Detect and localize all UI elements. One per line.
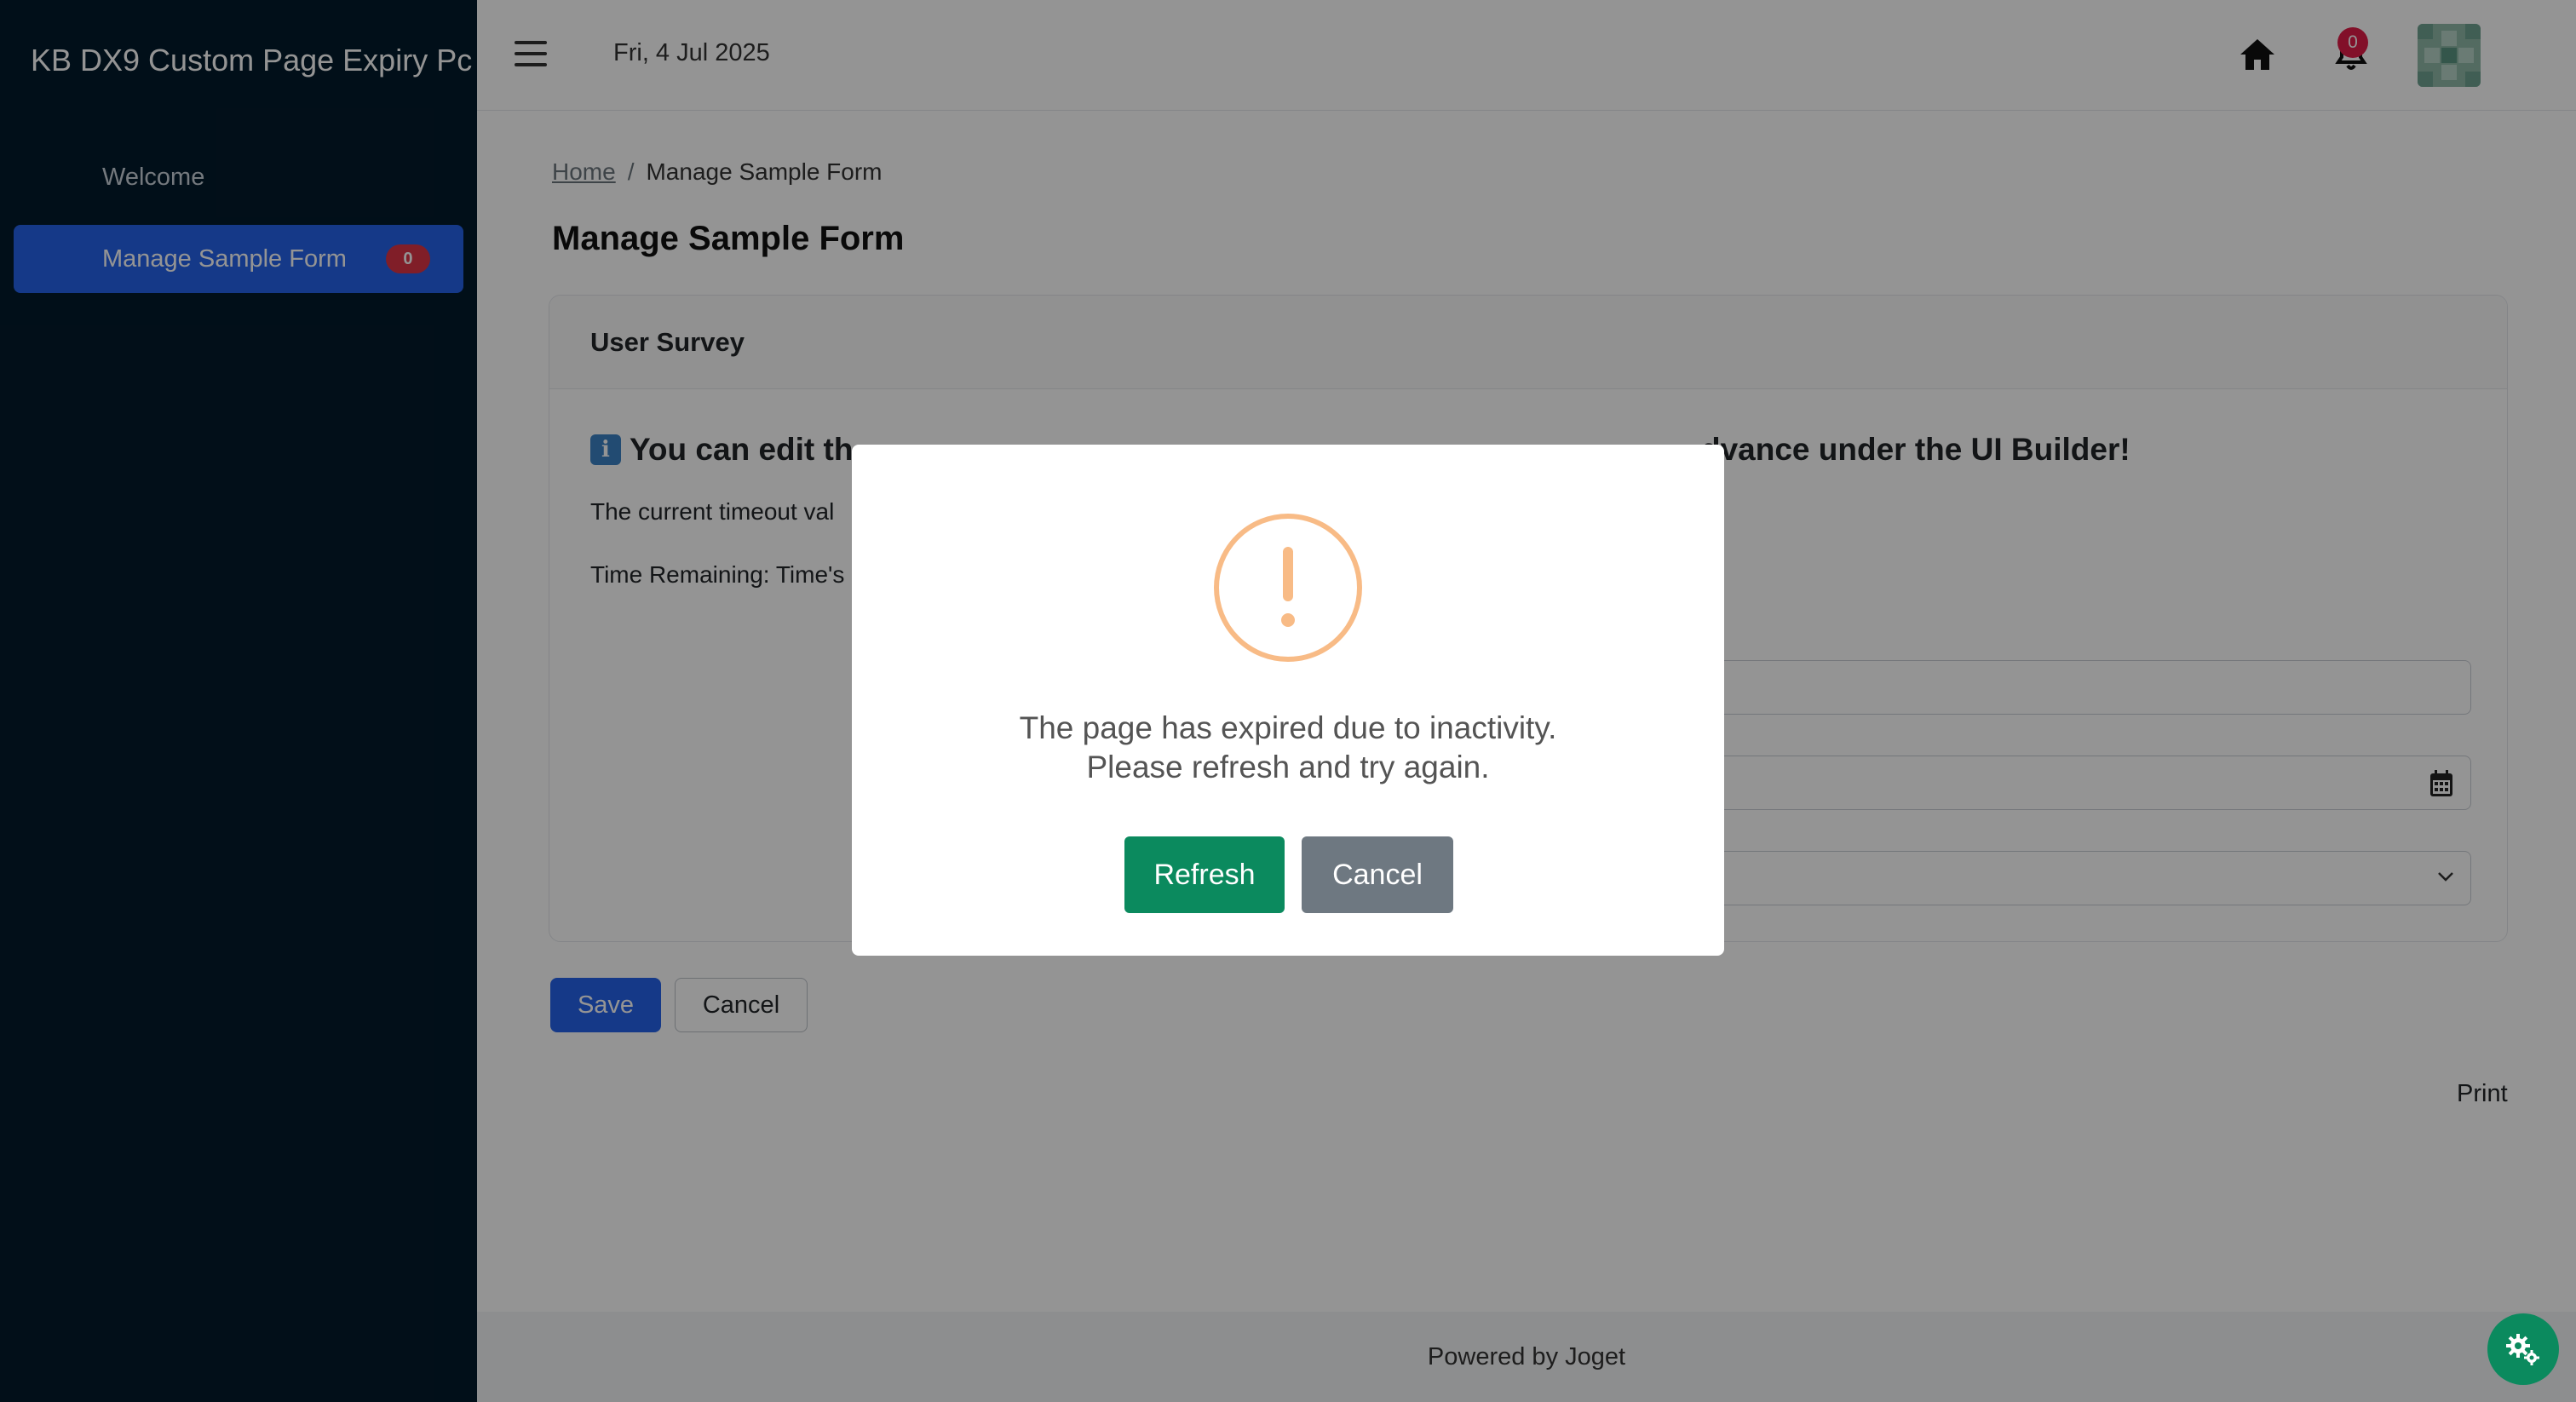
gear-icon xyxy=(2506,1334,2539,1365)
expiry-dialog: The page has expired due to inactivity. … xyxy=(852,445,1724,956)
dialog-cancel-button[interactable]: Cancel xyxy=(1302,836,1453,913)
dialog-message-line1: The page has expired due to inactivity. xyxy=(1019,710,1557,745)
dialog-message: The page has expired due to inactivity. … xyxy=(852,709,1724,787)
warning-icon xyxy=(1214,514,1362,662)
settings-fab[interactable] xyxy=(2487,1313,2559,1385)
dialog-message-line2: Please refresh and try again. xyxy=(1086,750,1490,784)
refresh-button[interactable]: Refresh xyxy=(1124,836,1285,913)
